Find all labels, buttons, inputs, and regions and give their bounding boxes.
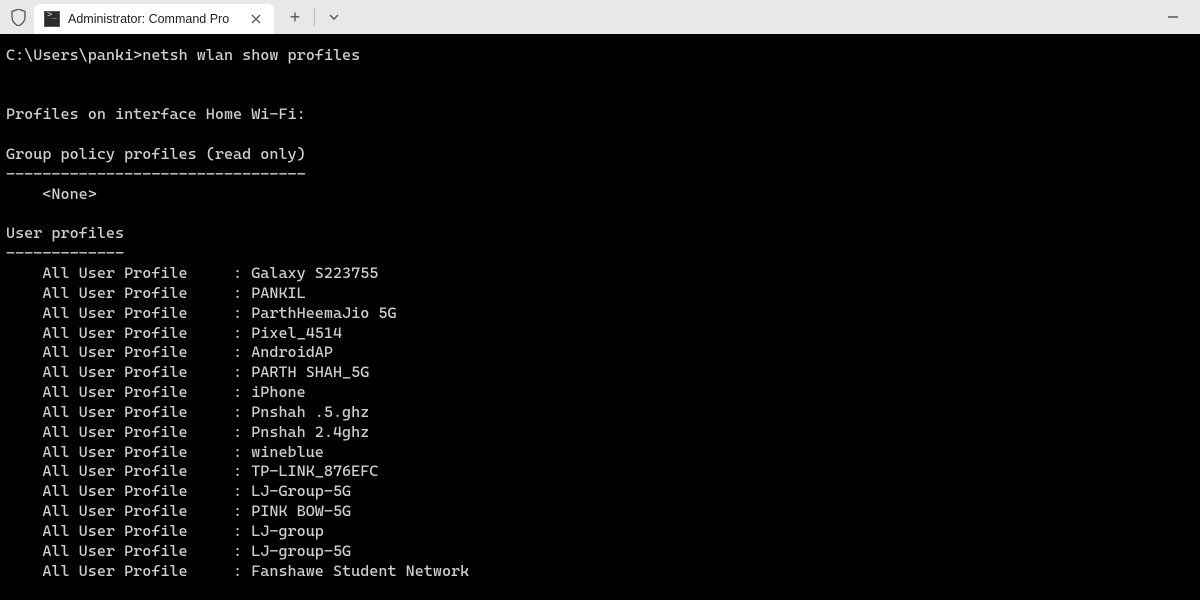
tab-title: Administrator: Command Pro bbox=[68, 12, 248, 26]
tab-dropdown-button[interactable] bbox=[317, 2, 351, 32]
window-controls bbox=[1150, 0, 1196, 34]
terminal-output[interactable]: C:\Users\panki>netsh wlan show profiles … bbox=[0, 34, 1200, 593]
tab-actions: + bbox=[278, 2, 351, 32]
minimize-button[interactable] bbox=[1150, 0, 1196, 34]
none-entry: <None> bbox=[6, 185, 97, 203]
divider-line: ------------- bbox=[6, 244, 124, 262]
tab-active[interactable]: Administrator: Command Pro bbox=[34, 4, 274, 34]
tab-close-button[interactable] bbox=[248, 11, 264, 27]
profiles-list: All User Profile : Galaxy S223755 All Us… bbox=[6, 264, 469, 579]
user-profiles-header: User profiles bbox=[6, 224, 124, 242]
titlebar: Administrator: Command Pro + bbox=[0, 0, 1200, 34]
group-policy-header: Group policy profiles (read only) bbox=[6, 145, 306, 163]
prompt: C:\Users\panki> bbox=[6, 46, 142, 64]
command: netsh wlan show profiles bbox=[142, 46, 360, 64]
divider-line: --------------------------------- bbox=[6, 165, 306, 183]
terminal-icon bbox=[44, 11, 60, 27]
interface-header: Profiles on interface Home Wi-Fi: bbox=[6, 105, 306, 123]
new-tab-button[interactable]: + bbox=[278, 2, 312, 32]
shield-icon bbox=[10, 8, 26, 26]
divider bbox=[314, 8, 315, 26]
